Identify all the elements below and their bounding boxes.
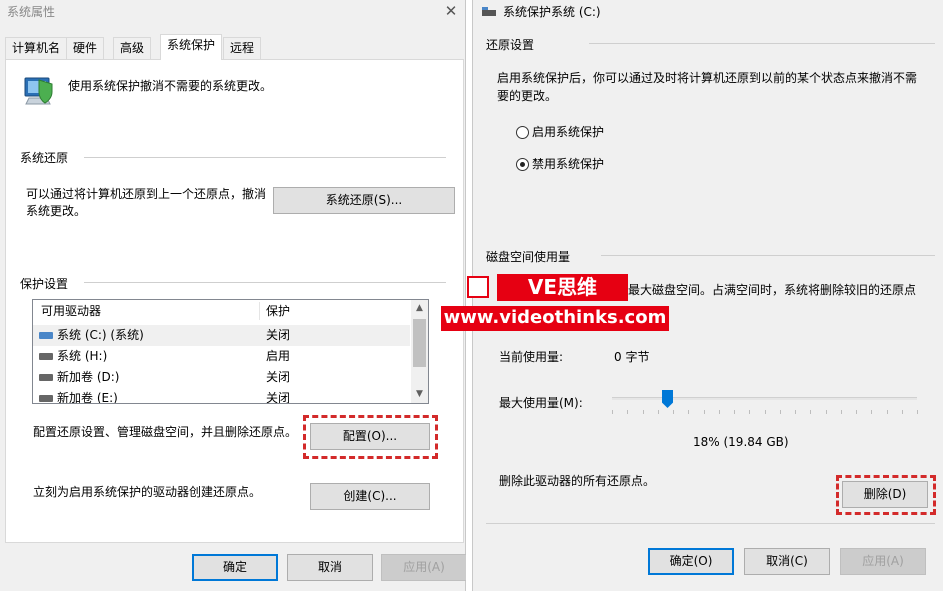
slider-tick xyxy=(643,410,644,414)
current-usage-value: 0 字节 xyxy=(614,350,650,364)
footer-divider xyxy=(486,523,935,524)
drive-icon xyxy=(39,374,53,381)
apply-button[interactable]: 应用(A) xyxy=(381,554,467,581)
drive-name: 系统 (H:) xyxy=(57,349,108,363)
system-protection-icon xyxy=(21,74,55,108)
window-title: 系统属性 xyxy=(7,5,56,19)
highlight-box xyxy=(836,475,936,515)
drive-name: 系统 (C:) (系统) xyxy=(57,328,144,342)
ok-button[interactable]: 确定 xyxy=(192,554,278,581)
scroll-down-icon[interactable]: ▼ xyxy=(411,386,428,403)
tab-hardware[interactable]: 硬件 xyxy=(66,37,105,59)
slider-tick xyxy=(841,410,842,414)
drive-icon xyxy=(39,395,53,402)
radio-enable-protection[interactable] xyxy=(516,126,529,139)
slider-tick xyxy=(749,410,750,414)
protection-settings-section-label: 保护设置 xyxy=(20,277,69,291)
column-header-protection[interactable]: 保护 xyxy=(266,300,290,322)
close-icon[interactable]: ✕ xyxy=(436,0,466,24)
restore-settings-description-1: 启用系统保护后，你可以通过及时将计算机还原到以前的某个状态点来撤消不需 xyxy=(497,71,918,85)
slider-tick xyxy=(856,410,857,414)
dialog-apply-button[interactable]: 应用(A) xyxy=(840,548,926,575)
drive-icon xyxy=(39,353,53,360)
slider-tick xyxy=(902,410,903,414)
list-scrollbar[interactable]: ▲ ▼ xyxy=(411,300,428,403)
watermark-url: www.videothinks.com xyxy=(441,306,669,331)
watermark-logo-icon xyxy=(467,276,489,298)
scroll-thumb[interactable] xyxy=(413,319,426,367)
drive-title-icon xyxy=(482,6,496,16)
radio-enable-label[interactable]: 启用系统保护 xyxy=(532,122,604,142)
drive-row[interactable]: 系统 (C:) (系统) 关闭 xyxy=(33,325,410,346)
slider-tick xyxy=(719,410,720,414)
radio-disable-protection[interactable] xyxy=(516,158,529,171)
drive-row[interactable]: 系统 (H:) 启用 xyxy=(33,346,410,367)
column-header-drive[interactable]: 可用驱动器 xyxy=(41,300,101,322)
slider-tick xyxy=(704,410,705,414)
restore-settings-description-2: 要的更改。 xyxy=(497,89,558,103)
scroll-up-icon[interactable]: ▲ xyxy=(411,300,428,317)
system-properties-window: 系统属性 ✕ 计算机名 硬件 高级 系统保护 远程 使用系统保护撤消不需要的系统… xyxy=(0,0,467,591)
dialog-cancel-button[interactable]: 取消(C) xyxy=(744,548,830,575)
slider-tick xyxy=(688,410,689,414)
drive-name: 新加卷 (E:) xyxy=(57,391,118,404)
drive-row[interactable]: 新加卷 (E:) 关闭 xyxy=(33,388,410,404)
cancel-button[interactable]: 取消 xyxy=(287,554,373,581)
slider-tick xyxy=(826,410,827,414)
slider-tick xyxy=(765,410,766,414)
system-drive-icon xyxy=(39,332,53,339)
drive-protection-status: 启用 xyxy=(266,349,291,363)
dialog-ok-button[interactable]: 确定(O) xyxy=(648,548,734,575)
highlight-box xyxy=(303,415,438,459)
max-usage-label: 最大使用量(M): xyxy=(499,396,583,410)
create-description: 立刻为启用系统保护的驱动器创建还原点。 xyxy=(33,485,262,499)
slider-tick xyxy=(887,410,888,414)
drive-protection-status: 关闭 xyxy=(266,370,291,384)
slider-tick xyxy=(871,410,872,414)
drive-protection-status: 关闭 xyxy=(266,391,291,404)
tab-advanced[interactable]: 高级 xyxy=(113,37,152,59)
delete-description: 删除此驱动器的所有还原点。 xyxy=(499,474,656,488)
system-restore-button[interactable]: 系统还原(S)... xyxy=(273,187,455,214)
slider-tick xyxy=(673,410,674,414)
section-divider xyxy=(84,282,446,283)
watermark-brand: VE思维 xyxy=(497,274,628,301)
create-button[interactable]: 创建(C)... xyxy=(310,483,430,510)
slider-tick xyxy=(917,410,918,414)
section-divider xyxy=(589,43,935,44)
tab-remote[interactable]: 远程 xyxy=(223,37,262,59)
restore-settings-section-label: 还原设置 xyxy=(486,38,535,52)
slider-tick xyxy=(612,410,613,414)
slider-tick xyxy=(780,410,781,414)
disk-usage-description: 最大磁盘空间。占满空间时，系统将删除较旧的还原点 xyxy=(628,283,917,297)
radio-disable-label[interactable]: 禁用系统保护 xyxy=(532,154,604,174)
dialog-title: 系统保护系统 (C:) xyxy=(503,5,601,19)
drive-name: 新加卷 (D:) xyxy=(57,370,120,384)
current-usage-label: 当前使用量: xyxy=(499,350,564,364)
section-divider xyxy=(84,157,446,158)
drives-list[interactable]: 可用驱动器 保护 系统 (C:) (系统) 关闭 系统 (H:) 启用 新加卷 … xyxy=(32,299,429,404)
slider-tick xyxy=(810,410,811,414)
drive-row[interactable]: 新加卷 (D:) 关闭 xyxy=(33,367,410,388)
intro-text: 使用系统保护撤消不需要的系统更改。 xyxy=(68,79,273,93)
slider-readout: 18% (19.84 GB) xyxy=(693,435,789,449)
drive-protection-status: 关闭 xyxy=(266,328,291,342)
max-usage-slider-track[interactable] xyxy=(612,397,917,400)
slider-tick xyxy=(627,410,628,414)
tab-computer-name[interactable]: 计算机名 xyxy=(5,37,68,59)
slider-tick xyxy=(734,410,735,414)
tab-system-protection[interactable]: 系统保护 xyxy=(160,34,223,60)
disk-usage-section-label: 磁盘空间使用量 xyxy=(486,250,571,264)
column-divider xyxy=(259,302,260,320)
configure-description: 配置还原设置、管理磁盘空间，并且删除还原点。 xyxy=(33,425,298,439)
system-restore-description-2: 系统更改。 xyxy=(26,204,87,218)
slider-tick xyxy=(658,410,659,414)
system-restore-section-label: 系统还原 xyxy=(20,151,69,165)
slider-tick xyxy=(795,410,796,414)
section-divider xyxy=(601,255,935,256)
